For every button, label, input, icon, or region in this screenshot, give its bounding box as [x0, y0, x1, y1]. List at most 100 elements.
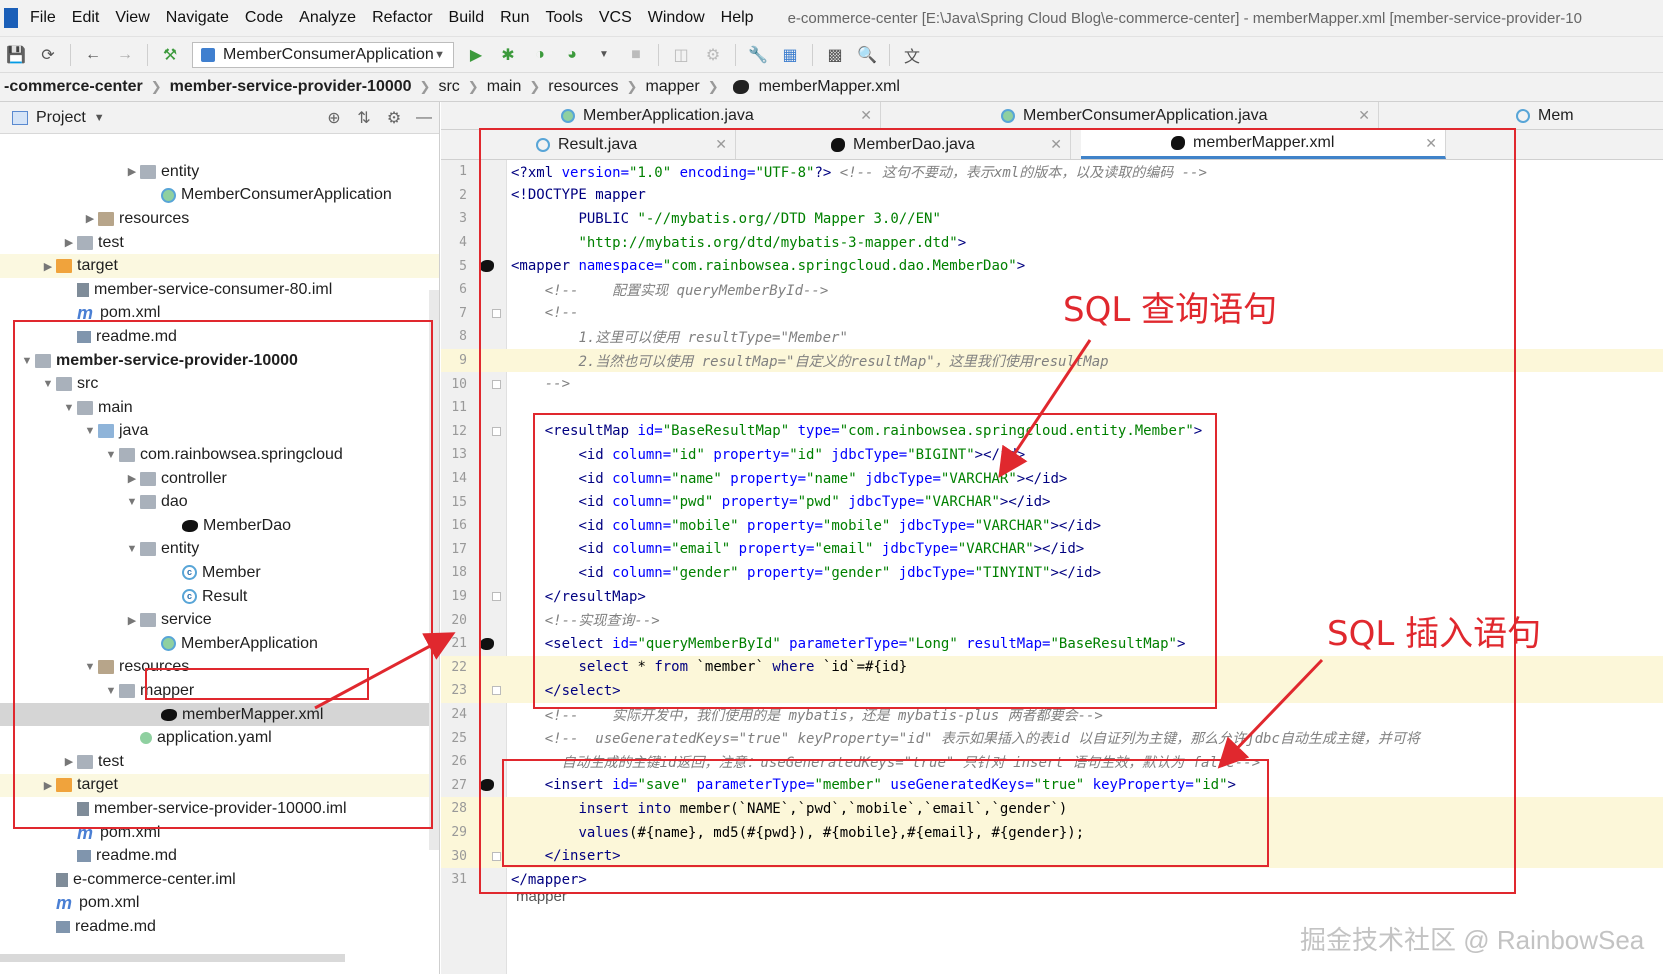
- fold-toggle-icon[interactable]: [491, 379, 501, 389]
- tree-item[interactable]: c Result: [0, 585, 439, 609]
- breadcrumb-item-resources[interactable]: resources: [544, 78, 622, 96]
- search-icon[interactable]: 🔍: [856, 44, 878, 66]
- menu-refactor[interactable]: Refactor: [364, 9, 440, 27]
- menu-vcs[interactable]: VCS: [591, 9, 640, 27]
- code-line[interactable]: 12 <resultMap id="BaseResultMap" type="c…: [441, 420, 1663, 444]
- code-line[interactable]: 3 PUBLIC "-//mybatis.org//DTD Mapper 3.0…: [441, 207, 1663, 231]
- expanded-arrow-icon[interactable]: ▼: [82, 425, 98, 437]
- profile-icon[interactable]: ◕: [561, 44, 583, 66]
- tree-item[interactable]: ▶ resources: [0, 207, 439, 231]
- code-line[interactable]: 6 <!-- 配置实现 queryMemberById-->: [441, 278, 1663, 302]
- tree-item[interactable]: ▼ dao: [0, 490, 439, 514]
- tree-item[interactable]: ▶ entity: [0, 160, 439, 184]
- tree-item[interactable]: ▶ target: [0, 773, 439, 798]
- editor-tab-active[interactable]: memberMapper.xml ✕: [1081, 130, 1446, 159]
- code-line[interactable]: 7 <!--: [441, 302, 1663, 326]
- expanded-arrow-icon[interactable]: ▼: [124, 543, 140, 555]
- tree-item[interactable]: e-commerce-center.iml: [0, 868, 439, 892]
- editor-tab[interactable]: Result.java ✕: [526, 130, 736, 159]
- translate-icon[interactable]: 文: [901, 44, 923, 66]
- dropdown-arrow-icon[interactable]: ▼: [593, 44, 615, 66]
- close-icon[interactable]: ✕: [715, 136, 727, 153]
- tree-item[interactable]: ▼ entity: [0, 538, 439, 562]
- collapsed-arrow-icon[interactable]: ▶: [124, 614, 140, 627]
- tree-item[interactable]: ▶ target: [0, 254, 439, 278]
- collapsed-arrow-icon[interactable]: ▶: [40, 779, 56, 792]
- debug-bug-icon[interactable]: ✱: [497, 44, 519, 66]
- breadcrumb-item-project[interactable]: -commerce-center: [0, 78, 147, 96]
- code-line[interactable]: 1 <?xml version="1.0" encoding="UTF-8"?> …: [441, 160, 1663, 184]
- code-line[interactable]: 18 <id column="gender" property="gender"…: [441, 561, 1663, 585]
- back-arrow-icon[interactable]: ←: [82, 44, 104, 66]
- tree-item[interactable]: ▼ src: [0, 372, 439, 396]
- expanded-arrow-icon[interactable]: ▼: [103, 685, 119, 697]
- menu-window[interactable]: Window: [640, 9, 713, 27]
- run-icon[interactable]: ▶: [465, 44, 487, 66]
- tree-item[interactable]: MemberDao: [0, 514, 439, 538]
- breadcrumb-item-module[interactable]: member-service-provider-10000: [166, 78, 416, 96]
- code-line[interactable]: 23 </select>: [441, 679, 1663, 703]
- tree-item[interactable]: member-service-consumer-80.iml: [0, 278, 439, 302]
- code-line[interactable]: 2 <!DOCTYPE mapper: [441, 184, 1663, 208]
- code-line[interactable]: 19 </resultMap>: [441, 585, 1663, 609]
- menu-edit[interactable]: Edit: [64, 9, 108, 27]
- wrench-settings-icon[interactable]: 🔧: [747, 44, 769, 66]
- editor-footer-breadcrumb[interactable]: mapper: [516, 888, 567, 905]
- fold-toggle-icon[interactable]: [491, 686, 501, 696]
- code-line[interactable]: 16 <id column="mobile" property="mobile"…: [441, 514, 1663, 538]
- tree-item[interactable]: ▶ test: [0, 750, 439, 774]
- project-structure-icon[interactable]: ▦: [779, 44, 801, 66]
- hide-panel-icon[interactable]: —: [409, 109, 439, 127]
- stop-icon[interactable]: ■: [625, 44, 647, 66]
- collapsed-arrow-icon[interactable]: ▶: [40, 260, 56, 273]
- code-line[interactable]: 13 <id column="id" property="id" jdbcTyp…: [441, 443, 1663, 467]
- build-hammer-icon[interactable]: ⚒: [159, 44, 181, 66]
- code-line[interactable]: 27 <insert id="save" parameterType="memb…: [441, 774, 1663, 798]
- code-line[interactable]: 31 </mapper>: [441, 868, 1663, 892]
- code-line[interactable]: 28 insert into member(`NAME`,`pwd`,`mobi…: [441, 797, 1663, 821]
- tree-item[interactable]: MemberApplication: [0, 632, 439, 656]
- expanded-arrow-icon[interactable]: ▼: [103, 449, 119, 461]
- code-editor[interactable]: 1 <?xml version="1.0" encoding="UTF-8"?> …: [441, 160, 1663, 974]
- code-line[interactable]: 29 values(#{name}, md5(#{pwd}), #{mobile…: [441, 820, 1663, 845]
- menu-tools[interactable]: Tools: [537, 9, 590, 27]
- tree-scrollbar[interactable]: [429, 290, 439, 850]
- code-line[interactable]: 14 <id column="name" property="name" jdb…: [441, 467, 1663, 491]
- menu-analyze[interactable]: Analyze: [291, 9, 364, 27]
- expanded-arrow-icon[interactable]: ▼: [82, 661, 98, 673]
- code-line[interactable]: 25 <!-- useGeneratedKeys="true" keyPrope…: [441, 726, 1663, 750]
- breadcrumb-item-mapper[interactable]: mapper: [641, 78, 703, 96]
- editor-tab[interactable]: MemberConsumerApplication.java ✕: [991, 102, 1379, 129]
- tree-item[interactable]: ▼ main: [0, 396, 439, 420]
- tree-item[interactable]: ▶ service: [0, 608, 439, 632]
- tree-item[interactable]: readme.md: [0, 844, 439, 868]
- code-line[interactable]: 26 自动生成的主键id返回，注意：useGeneratedKeys="true…: [441, 750, 1663, 774]
- locate-crosshair-icon[interactable]: ⊕: [319, 108, 349, 128]
- menu-file[interactable]: File: [22, 9, 64, 27]
- run-configuration-select[interactable]: MemberConsumerApplication ▼: [192, 41, 454, 68]
- attach-icon[interactable]: ◫: [670, 44, 692, 66]
- close-icon[interactable]: ✕: [1358, 107, 1370, 124]
- collapse-all-icon[interactable]: ⇅: [349, 108, 379, 128]
- tree-item[interactable]: readme.md: [0, 915, 439, 939]
- expanded-arrow-icon[interactable]: ▼: [40, 378, 56, 390]
- editor-tab[interactable]: MemberDao.java ✕: [821, 130, 1071, 159]
- save-all-icon[interactable]: 💾: [5, 44, 27, 66]
- tree-item[interactable]: memberMapper.xml: [0, 702, 439, 727]
- menu-navigate[interactable]: Navigate: [158, 9, 237, 27]
- tree-item[interactable]: ▼ resources: [0, 656, 439, 680]
- coverage-icon[interactable]: ◑: [529, 44, 551, 66]
- expanded-arrow-icon[interactable]: ▼: [61, 402, 77, 414]
- fold-toggle-icon[interactable]: [491, 426, 501, 436]
- collapsed-arrow-icon[interactable]: ▶: [124, 165, 140, 178]
- code-line[interactable]: 4 "http://mybatis.org/dtd/mybatis-3-mapp…: [441, 231, 1663, 255]
- tree-item[interactable]: m pom.xml: [0, 892, 439, 916]
- tree-item[interactable]: ▼ java: [0, 420, 439, 444]
- project-panel-title[interactable]: Project: [36, 109, 86, 127]
- cluster-icon[interactable]: ⚙: [702, 44, 724, 66]
- tree-item[interactable]: ▼ mapper: [0, 679, 439, 703]
- breadcrumb-item-main[interactable]: main: [483, 78, 526, 96]
- mybatis-navigate-icon[interactable]: [480, 637, 494, 650]
- chevron-down-icon[interactable]: ▼: [94, 112, 105, 124]
- expanded-arrow-icon[interactable]: ▼: [124, 496, 140, 508]
